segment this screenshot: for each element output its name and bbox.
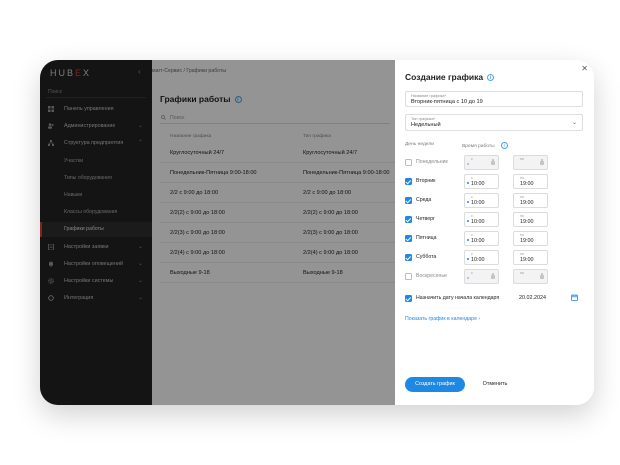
calendar-start-checkbox[interactable] <box>405 295 412 302</box>
tuesday-to-field[interactable]: по 19:00 <box>513 174 548 189</box>
saturday-to-field[interactable]: по 19:00 <box>513 250 548 265</box>
day-row-tuesday: Вторник с 10:00 по 19:00 <box>405 174 583 190</box>
lock-icon <box>491 273 495 279</box>
lock-icon <box>491 159 495 165</box>
wednesday-checkbox[interactable] <box>405 197 412 204</box>
chevron-down-icon: ⌄ <box>571 120 577 126</box>
info-icon[interactable]: i <box>500 142 508 149</box>
sunday-from-field: с <box>464 269 499 284</box>
day-column-header: День недели <box>405 142 434 147</box>
friday-checkbox[interactable] <box>405 235 412 242</box>
thursday-from-field[interactable]: с 10:00 <box>464 212 499 227</box>
saturday-checkbox[interactable] <box>405 254 412 261</box>
modal-backdrop[interactable] <box>40 60 395 405</box>
monday-to-field: по <box>513 155 548 170</box>
day-row-monday: Понедельник с по <box>405 155 583 171</box>
create-schedule-panel: ✕ Создание графика i Название графика* Вт… <box>395 60 594 405</box>
time-column-header: Время работы i <box>462 142 508 149</box>
close-icon[interactable]: ✕ <box>581 64 588 73</box>
cancel-button[interactable]: Отменить <box>475 377 515 392</box>
monday-checkbox[interactable] <box>405 159 412 166</box>
calendar-start-row: Назначить дату начала календаря 20.02.20… <box>405 291 583 307</box>
app-window: HUBEX ‹ Поиск Панель управления Админист… <box>40 60 594 405</box>
lock-icon <box>540 159 544 165</box>
monday-from-field: с <box>464 155 499 170</box>
wednesday-from-field[interactable]: с 10:00 <box>464 193 499 208</box>
calendar-date-field[interactable]: 20.02.2024 <box>519 295 546 301</box>
thursday-checkbox[interactable] <box>405 216 412 223</box>
wednesday-to-field[interactable]: по 19:00 <box>513 193 548 208</box>
lock-icon <box>540 273 544 279</box>
tuesday-checkbox[interactable] <box>405 178 412 185</box>
day-row-thursday: Четверг с 10:00 по 19:00 <box>405 212 583 228</box>
panel-title: Создание графика i <box>405 72 495 82</box>
info-icon[interactable]: i <box>487 74 495 82</box>
friday-from-field[interactable]: с 10:00 <box>464 231 499 246</box>
show-in-calendar-link[interactable]: Показать график в календаре › <box>405 316 480 322</box>
calendar-icon[interactable] <box>571 294 578 301</box>
create-schedule-button[interactable]: Создать график <box>405 377 465 392</box>
sunday-to-field: по <box>513 269 548 284</box>
sunday-checkbox[interactable] <box>405 273 412 280</box>
schedule-type-select[interactable]: Тип графика* Недельный ⌄ <box>405 114 583 131</box>
chevron-right-icon: › <box>478 316 481 322</box>
thursday-to-field[interactable]: по 19:00 <box>513 212 548 227</box>
day-row-friday: Пятница с 10:00 по 19:00 <box>405 231 583 247</box>
day-row-sunday: Воскресенье с по <box>405 269 583 285</box>
saturday-from-field[interactable]: с 10:00 <box>464 250 499 265</box>
friday-to-field[interactable]: по 19:00 <box>513 231 548 246</box>
schedule-name-field[interactable]: Название графика* Вторник-пятница с 10 д… <box>405 91 583 107</box>
day-row-wednesday: Среда с 10:00 по 19:00 <box>405 193 583 209</box>
tuesday-from-field[interactable]: с 10:00 <box>464 174 499 189</box>
day-row-saturday: Суббота с 10:00 по 19:00 <box>405 250 583 266</box>
